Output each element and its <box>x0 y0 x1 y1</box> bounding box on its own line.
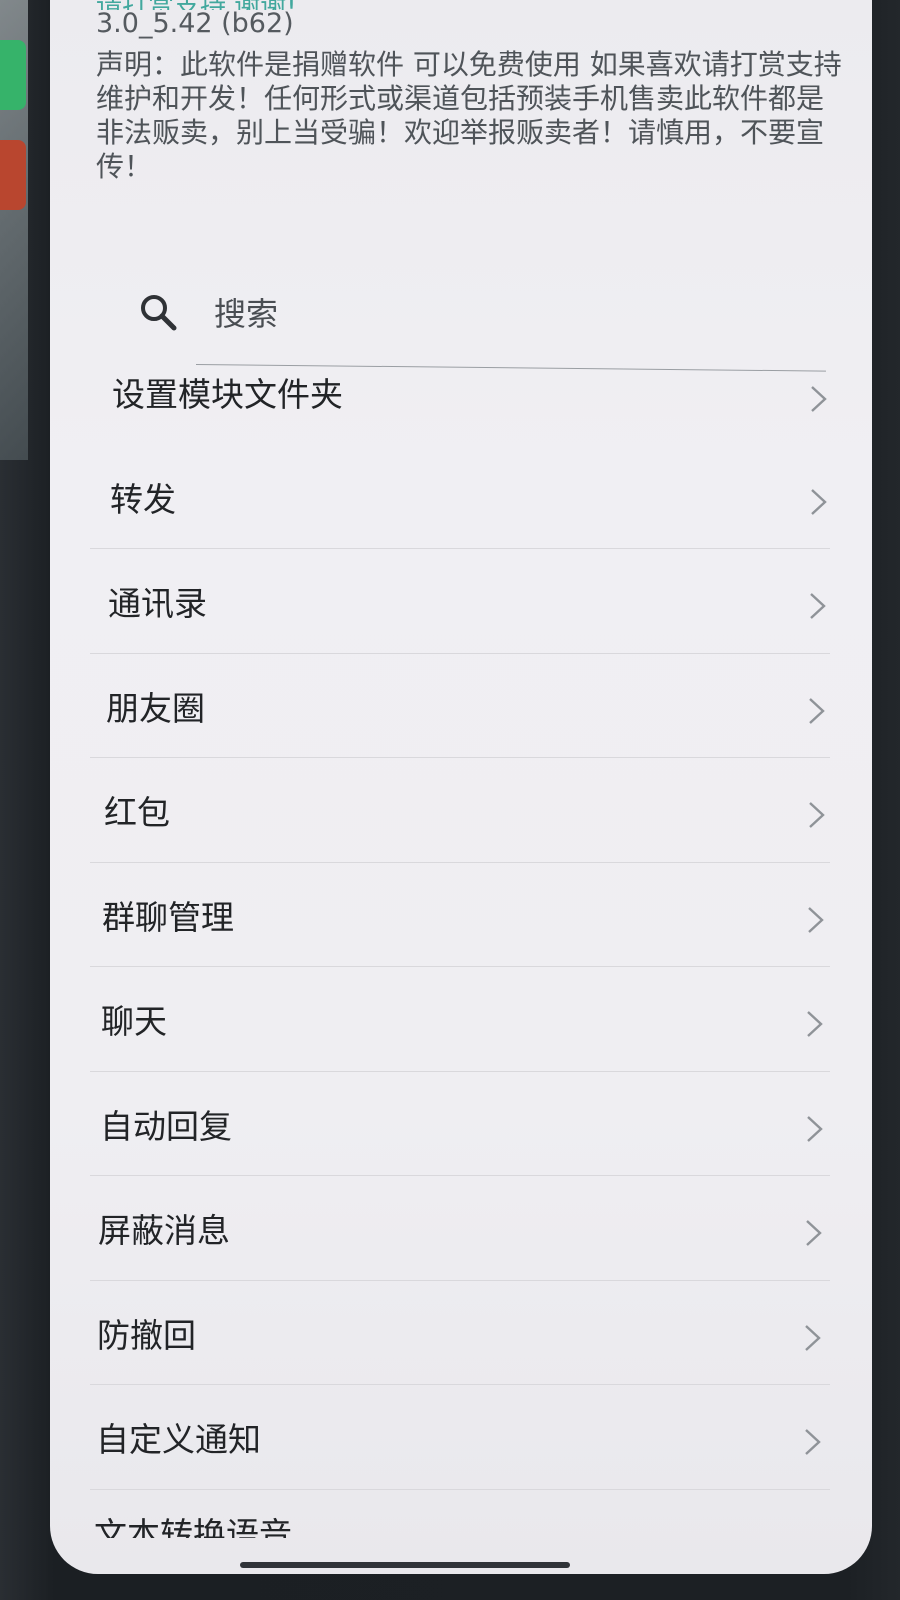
background-app-icon-red <box>0 140 26 210</box>
chevron-right-icon <box>809 697 825 724</box>
version-label: 3.0_5.42 (b62) <box>96 8 294 39</box>
settings-menu-list: 设置模块文件夹 转发 通讯录 朋友圈 红包 群聊管理 聊天 自动回复 屏蔽消息 … <box>50 340 872 1490</box>
menu-item-label: 通讯录 <box>108 584 207 624</box>
menu-item-chat[interactable]: 聊天 <box>50 967 872 1072</box>
chevron-right-icon <box>808 906 824 933</box>
chevron-right-icon <box>805 1324 821 1351</box>
chevron-right-icon <box>807 1115 823 1142</box>
menu-item-module-folder[interactable]: 设置模块文件夹 <box>50 340 872 445</box>
menu-item-anti-recall[interactable]: 防撤回 <box>50 1281 872 1385</box>
menu-item-label: 红包 <box>104 793 170 833</box>
search-icon <box>141 295 177 331</box>
background-app-icon-green <box>0 40 26 110</box>
row-divider <box>90 1488 830 1490</box>
menu-item-auto-reply[interactable]: 自动回复 <box>50 1072 872 1176</box>
chevron-right-icon <box>810 593 826 619</box>
chevron-right-icon <box>809 802 825 828</box>
menu-item-label: 转发 <box>110 479 176 519</box>
home-indicator[interactable] <box>240 1562 570 1568</box>
disclaimer-text: 声明：此软件是捐赠软件 可以免费使用 如果喜欢请打赏支持维护和开发！任何形式或渠… <box>96 48 842 183</box>
search-input[interactable]: 搜索 <box>214 289 278 335</box>
chevron-right-icon <box>811 488 827 515</box>
menu-item-label: 自动回复 <box>100 1106 232 1146</box>
chevron-right-icon <box>806 1220 822 1246</box>
menu-item-label: 自定义通知 <box>96 1420 261 1460</box>
menu-item-label: 群聊管理 <box>102 897 234 937</box>
menu-item-text-to-speech[interactable]: 文本转换语音 <box>94 1508 292 1538</box>
menu-item-block-messages[interactable]: 屏蔽消息 <box>50 1176 872 1281</box>
menu-item-label: 屏蔽消息 <box>98 1211 230 1251</box>
menu-item-contacts[interactable]: 通讯录 <box>50 549 872 654</box>
menu-item-forward[interactable]: 转发 <box>50 445 872 549</box>
phone-screen: 请打赏支持 谢谢! 3.0_5.42 (b62) 声明：此软件是捐赠软件 可以免… <box>50 0 872 1574</box>
menu-item-group-management[interactable]: 群聊管理 <box>50 863 872 967</box>
menu-item-label: 防撤回 <box>97 1315 196 1355</box>
chevron-right-icon <box>811 386 827 412</box>
menu-item-label: 聊天 <box>101 1002 167 1042</box>
menu-item-red-packet[interactable]: 红包 <box>50 758 872 863</box>
menu-item-custom-notification[interactable]: 自定义通知 <box>50 1385 872 1490</box>
chevron-right-icon <box>807 1011 823 1037</box>
menu-item-label: 朋友圈 <box>106 688 205 728</box>
chevron-right-icon <box>805 1429 821 1455</box>
menu-item-moments[interactable]: 朋友圈 <box>50 654 872 758</box>
search-bar[interactable]: 搜索 <box>138 282 278 342</box>
menu-item-label: 设置模块文件夹 <box>112 375 343 415</box>
